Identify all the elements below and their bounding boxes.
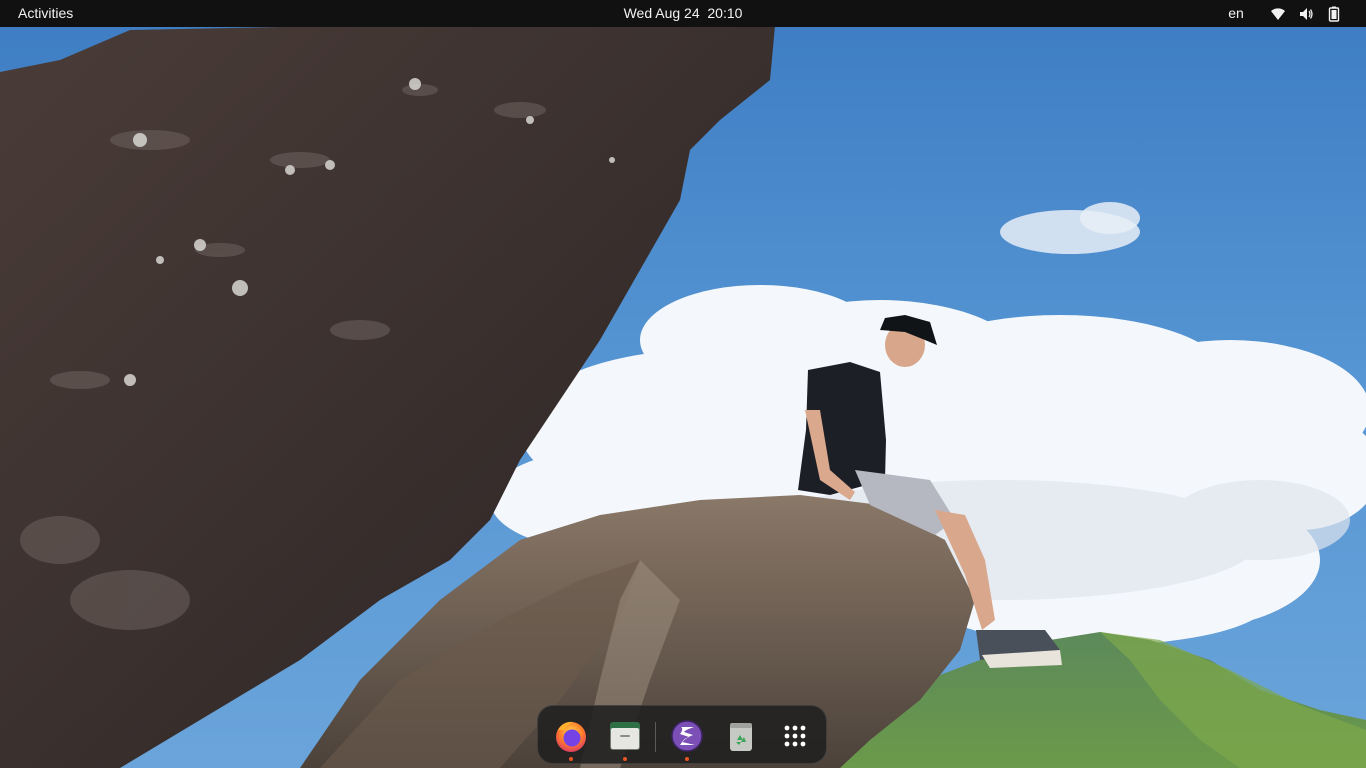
wallpaper (0, 0, 1366, 768)
dock-item-emacs[interactable] (667, 716, 707, 761)
battery-icon[interactable] (1326, 6, 1342, 22)
system-tray[interactable] (1270, 0, 1342, 27)
running-indicator (685, 757, 689, 761)
clock-button[interactable]: Wed Aug 24 20:10 (624, 5, 743, 21)
running-indicator (569, 757, 573, 761)
dock-item-trash[interactable] (721, 716, 761, 756)
desktop[interactable]: Activities Wed Aug 24 20:10 en (0, 0, 1366, 768)
wifi-icon[interactable] (1270, 6, 1286, 22)
dock-item-show-applications[interactable] (775, 716, 815, 756)
activities-button[interactable]: Activities (0, 0, 91, 27)
volume-icon[interactable] (1298, 6, 1314, 22)
dock (537, 705, 827, 764)
app-grid-icon (784, 725, 806, 747)
dock-item-files[interactable] (605, 716, 645, 761)
running-indicator (623, 757, 627, 761)
keyboard-layout-indicator[interactable]: en (1216, 0, 1256, 27)
dock-separator (655, 722, 656, 752)
firefox-icon (556, 721, 586, 752)
clock: Wed Aug 24 20:10 (0, 0, 1366, 27)
trash-icon (730, 723, 752, 751)
dock-item-firefox[interactable] (551, 716, 591, 761)
files-icon (610, 722, 640, 750)
emacs-icon (671, 720, 703, 752)
top-bar: Activities Wed Aug 24 20:10 en (0, 0, 1366, 27)
